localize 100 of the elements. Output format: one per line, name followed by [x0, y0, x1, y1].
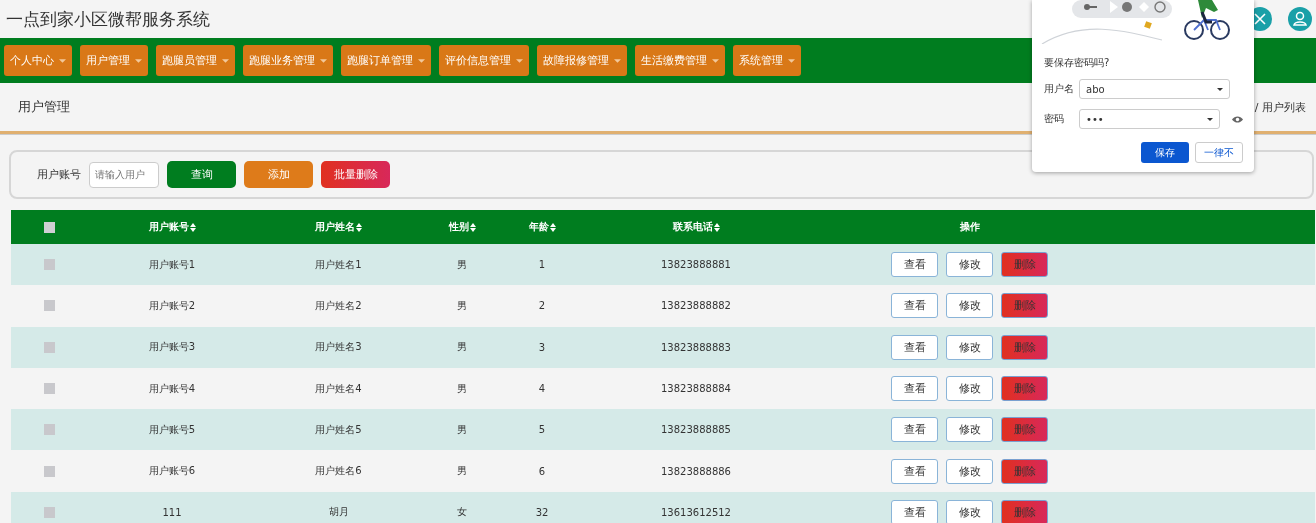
breadcrumb[interactable]: / 用户列表 — [1254, 99, 1306, 115]
checkbox[interactable] — [43, 341, 55, 353]
row-action-button[interactable]: 查看 — [891, 334, 938, 360]
table-cell: 用户姓名4 — [315, 381, 362, 396]
checkbox[interactable] — [43, 383, 55, 395]
checkbox[interactable] — [43, 221, 55, 233]
action-button[interactable]: 批量删除 — [321, 161, 390, 188]
field-label: 密码 — [1044, 112, 1065, 126]
caret-icon — [59, 58, 66, 63]
nav-menu-button[interactable]: 个人中心 — [4, 45, 72, 76]
row-action-button[interactable]: 修改 — [946, 458, 993, 484]
dialog-button[interactable]: 保存 — [1141, 142, 1189, 163]
sort-icon — [356, 222, 362, 232]
checkbox[interactable] — [43, 424, 55, 436]
nav-menu-button[interactable]: 评价信息管理 — [439, 45, 529, 76]
table-cell: 用户账号6 — [148, 464, 196, 479]
field-label: 用户名 — [1044, 82, 1075, 96]
nav-menu-button[interactable]: 跑腿订单管理 — [341, 45, 431, 76]
sort-icon — [469, 222, 476, 232]
caret-icon — [712, 58, 719, 63]
checkbox[interactable] — [43, 465, 55, 477]
caret-icon — [614, 58, 621, 63]
dialog-button[interactable]: 一律不 — [1195, 142, 1243, 163]
nav-menu-button[interactable]: 跑腿员管理 — [156, 45, 235, 76]
caret-icon — [320, 58, 327, 63]
row-action-button[interactable]: 修改 — [946, 417, 993, 443]
row-action-button[interactable]: 删除 — [1001, 499, 1048, 523]
row-action-button[interactable]: 查看 — [891, 293, 938, 319]
table-cell: 用户账号4 — [148, 381, 196, 396]
table-cell: 1 — [538, 259, 546, 271]
caret-icon — [418, 58, 425, 63]
sort-icon — [189, 222, 196, 232]
table-cell: 男 — [457, 340, 467, 355]
action-button[interactable]: 添加 — [244, 161, 313, 188]
nav-menu-button[interactable]: 生活缴费管理 — [635, 45, 725, 76]
table-cell: 用户账号1 — [148, 257, 196, 272]
caret-icon — [1217, 87, 1223, 91]
row-action-button[interactable]: 查看 — [891, 252, 938, 278]
caret-icon — [788, 58, 795, 63]
nav-menu-button[interactable]: 故障报修管理 — [537, 45, 627, 76]
row-action-button[interactable]: 删除 — [1001, 252, 1048, 278]
row-action-button[interactable]: 修改 — [946, 252, 993, 278]
table-cell: 13823888884 — [661, 383, 731, 395]
row-action-button[interactable]: 修改 — [946, 293, 993, 319]
row-action-button[interactable]: 查看 — [891, 499, 938, 523]
table-cell: 胡月 — [328, 505, 349, 520]
row-action-button[interactable]: 修改 — [946, 334, 993, 360]
table-cell: 用户姓名1 — [315, 257, 362, 272]
app-title: 一点到家小区微帮服务系统 — [6, 7, 210, 31]
dropdown-field[interactable]: ••• — [1079, 109, 1220, 129]
table-cell: 6 — [538, 465, 546, 477]
eye-icon[interactable] — [1232, 115, 1243, 123]
table-cell: 13823888886 — [661, 465, 731, 477]
caret-icon — [516, 58, 523, 63]
nav-menu-button[interactable]: 系统管理 — [733, 45, 801, 76]
checkbox[interactable] — [43, 300, 55, 312]
table-cell: 用户姓名2 — [315, 298, 362, 313]
table-cell: 用户姓名6 — [315, 464, 362, 479]
sort-icon — [713, 222, 720, 232]
caret-icon — [222, 58, 229, 63]
row-action-button[interactable]: 删除 — [1001, 334, 1048, 360]
table-cell: 5 — [538, 424, 546, 436]
dropdown-field[interactable]: abo — [1079, 79, 1230, 99]
page-title: 用户管理 — [18, 98, 70, 116]
table-cell: 用户账号3 — [148, 340, 196, 355]
search-label: 用户账号 — [37, 167, 81, 182]
nav-menu-button[interactable]: 用户管理 — [80, 45, 148, 76]
row-action-button[interactable]: 修改 — [946, 499, 993, 523]
table-cell: 13823888885 — [661, 424, 731, 436]
column-header[interactable]: 联系电话 — [672, 220, 720, 234]
action-button[interactable]: 查询 — [167, 161, 236, 188]
checkbox[interactable] — [43, 259, 55, 271]
user-icon[interactable] — [1288, 7, 1312, 31]
column-header[interactable]: 性别 — [448, 220, 476, 234]
column-header[interactable]: 年龄 — [528, 220, 556, 234]
table-cell: 男 — [457, 464, 467, 479]
checkbox[interactable] — [43, 506, 55, 518]
row-action-button[interactable]: 删除 — [1001, 417, 1048, 443]
table-cell: 111 — [162, 506, 182, 518]
table-cell: 用户姓名3 — [315, 340, 362, 355]
table-cell: 男 — [457, 422, 467, 437]
column-header[interactable]: 操作 — [959, 220, 980, 234]
row-action-button[interactable]: 删除 — [1001, 458, 1048, 484]
table-cell: 13613612512 — [661, 506, 731, 518]
row-action-button[interactable]: 查看 — [891, 417, 938, 443]
table-cell: 男 — [457, 298, 467, 313]
row-action-button[interactable]: 修改 — [946, 376, 993, 402]
search-field[interactable]: 请输入用户 — [89, 161, 159, 188]
row-action-button[interactable]: 删除 — [1001, 293, 1048, 319]
column-header[interactable]: 用户姓名 — [315, 220, 362, 234]
table-cell: 13823888883 — [661, 341, 731, 353]
table-cell: 女 — [457, 505, 467, 520]
row-action-button[interactable]: 查看 — [891, 458, 938, 484]
caret-icon — [135, 58, 142, 63]
table-cell: 2 — [538, 300, 546, 312]
row-action-button[interactable]: 删除 — [1001, 376, 1048, 402]
column-header[interactable]: 用户账号 — [148, 220, 196, 234]
table-cell: 13823888882 — [661, 300, 731, 312]
nav-menu-button[interactable]: 跑腿业务管理 — [243, 45, 333, 76]
row-action-button[interactable]: 查看 — [891, 376, 938, 402]
